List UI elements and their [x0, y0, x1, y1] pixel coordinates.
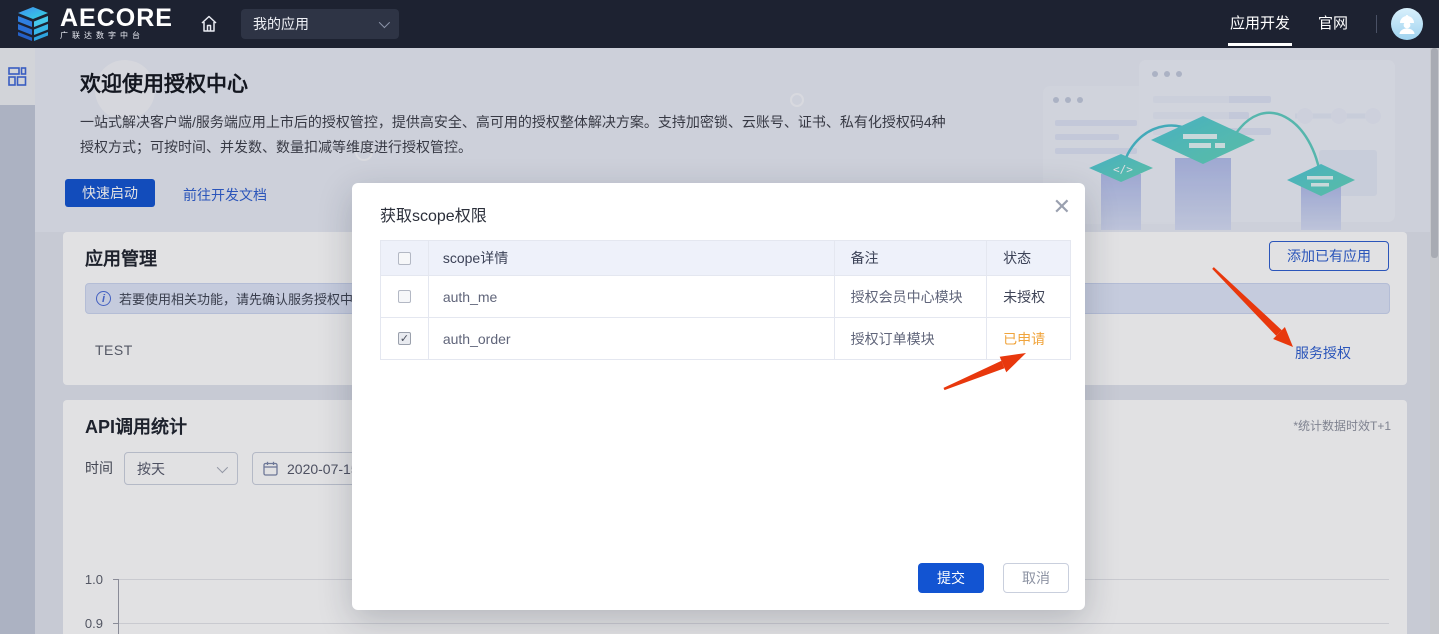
scope-name: auth_me: [429, 276, 835, 317]
status-badge: 已申请: [987, 318, 1070, 359]
aecore-logo-icon: [14, 7, 52, 41]
table-row: ✓ auth_order 授权订单模块 已申请: [381, 318, 1070, 360]
scope-table: ✓ scope详情 备注 状态 ✓ auth_me 授权会员中心模块 未授权 ✓…: [380, 240, 1071, 360]
home-icon[interactable]: [199, 14, 219, 34]
page-scrollbar[interactable]: [1430, 48, 1439, 634]
col-header-status: 状态: [987, 241, 1070, 275]
select-all-checkbox[interactable]: ✓: [398, 252, 411, 265]
divider: [1376, 15, 1377, 33]
scope-permission-modal: 获取scope权限 ✕ ✓ scope详情 备注 状态 ✓ auth_me 授权…: [352, 183, 1085, 610]
brand-name: AECORE: [60, 7, 173, 29]
chevron-down-icon: [379, 17, 390, 28]
row-checkbox[interactable]: ✓: [398, 332, 411, 345]
cancel-button[interactable]: 取消: [1003, 563, 1069, 593]
scrollbar-thumb[interactable]: [1431, 48, 1438, 258]
table-header-row: ✓ scope详情 备注 状态: [381, 241, 1070, 276]
my-apps-select-value: 我的应用: [253, 14, 309, 34]
table-row: ✓ auth_me 授权会员中心模块 未授权: [381, 276, 1070, 318]
status-badge: 未授权: [987, 276, 1070, 317]
top-navbar: AECORE 广联达数字中台 我的应用 应用开发 官网: [0, 0, 1439, 48]
nav-link-official-site[interactable]: 官网: [1318, 0, 1348, 48]
user-avatar[interactable]: [1391, 8, 1423, 40]
engineer-avatar-icon: [1396, 13, 1418, 35]
scope-name: auth_order: [429, 318, 835, 359]
page: 欢迎使用授权中心 一站式解决客户端/服务端应用上市后的授权管控，提供高安全、高可…: [0, 0, 1439, 634]
brand-logo[interactable]: AECORE 广联达数字中台: [14, 7, 173, 41]
scope-remark: 授权会员中心模块: [835, 276, 988, 317]
scope-remark: 授权订单模块: [835, 318, 988, 359]
col-header-scope: scope详情: [429, 241, 835, 275]
nav-link-app-dev[interactable]: 应用开发: [1230, 0, 1290, 48]
my-apps-select[interactable]: 我的应用: [241, 9, 399, 39]
row-checkbox[interactable]: ✓: [398, 290, 411, 303]
submit-button[interactable]: 提交: [918, 563, 984, 593]
close-icon[interactable]: ✕: [1053, 193, 1071, 221]
modal-title: 获取scope权限: [380, 202, 487, 226]
col-header-remark: 备注: [835, 241, 988, 275]
